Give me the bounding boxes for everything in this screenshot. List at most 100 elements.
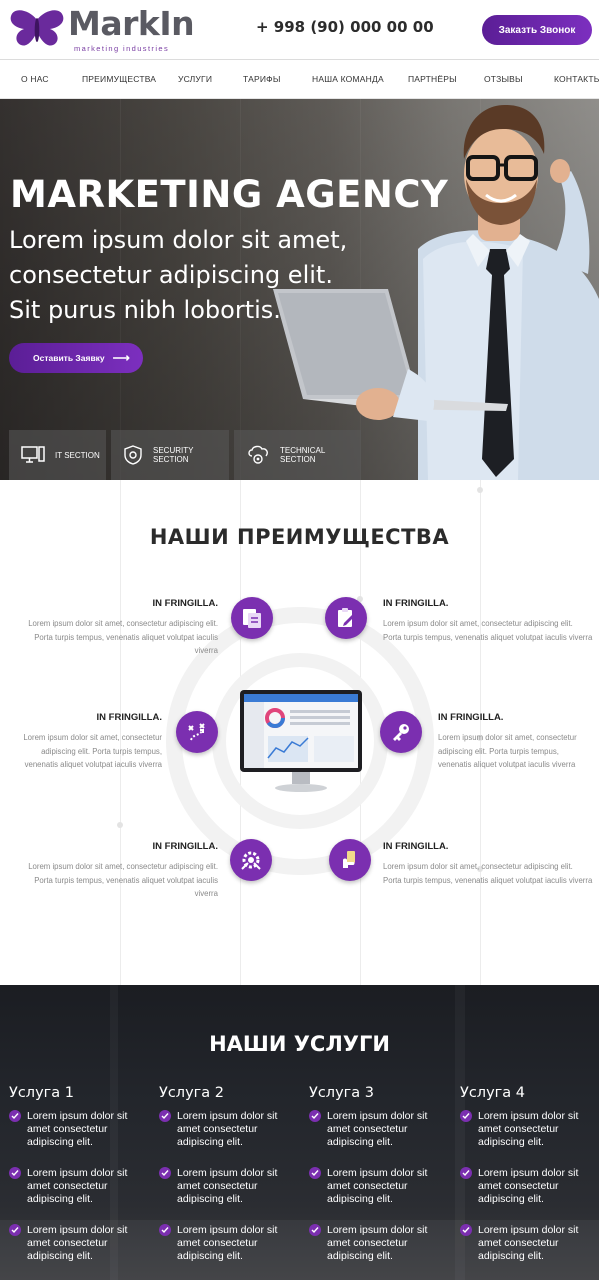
hero-title: MARKETING AGENCY [10, 173, 449, 216]
service-item-text: Lorem ipsum dolor sit amet consectetur a… [478, 1167, 579, 1205]
phone-number[interactable]: + 998 (90) 000 00 00 [256, 18, 434, 36]
check-icon [9, 1167, 21, 1179]
documents-icon [243, 609, 261, 628]
logo[interactable]: MarkIn marketing industries [8, 4, 195, 54]
service-item-text: Lorem ipsum dolor sit amet consectetur a… [27, 1224, 128, 1262]
check-icon [159, 1167, 171, 1179]
service-item-text: Lorem ipsum dolor sit amet consectetur a… [177, 1224, 278, 1262]
service-item: Lorem ipsum dolor sit amet consectetur a… [9, 1224, 149, 1280]
feature-icon-button [329, 839, 371, 881]
strategy-icon [188, 723, 205, 741]
services-section: НАШИ УСЛУГИ Услуга 1 Lorem ipsum dolor s… [0, 985, 599, 1280]
service-title: Услуга 1 [9, 1085, 74, 1101]
check-icon [9, 1110, 21, 1122]
feature-heading: IN FRINGILLA. [152, 841, 218, 852]
cloud-gear-icon [248, 445, 268, 464]
feature-heading: IN FRINGILLA. [438, 712, 504, 723]
key-icon [393, 724, 409, 741]
service-item-text: Lorem ipsum dolor sit amet consectetur a… [478, 1224, 579, 1262]
service-item: Lorem ipsum dolor sit amet consectetur a… [9, 1110, 149, 1167]
service-column: Услуга 4 Lorem ipsum dolor sit amet cons… [460, 1085, 599, 1280]
service-item-text: Lorem ipsum dolor sit amet consectetur a… [177, 1167, 278, 1205]
service-column: Услуга 1 Lorem ipsum dolor sit amet cons… [9, 1085, 149, 1280]
service-item: Lorem ipsum dolor sit amet consectetur a… [460, 1224, 599, 1280]
feature-icon-button [230, 839, 272, 881]
service-item: Lorem ipsum dolor sit amet consectetur a… [9, 1167, 149, 1224]
feature-icon-button [176, 711, 218, 753]
butterfly-logo-icon [10, 10, 64, 46]
logo-tagline: marketing industries [74, 44, 170, 53]
feature-heading: IN FRINGILLA. [152, 598, 218, 609]
nav-item-advantages[interactable]: ПРЕИМУЩЕСТВА [82, 74, 156, 84]
feature-icon-button [380, 711, 422, 753]
service-title: Услуга 3 [309, 1085, 374, 1101]
service-item-text: Lorem ipsum dolor sit amet consectetur a… [177, 1110, 278, 1148]
check-icon [159, 1110, 171, 1122]
check-icon [460, 1110, 472, 1122]
feature-heading: IN FRINGILLA. [383, 598, 449, 609]
service-item: Lorem ipsum dolor sit amet consectetur a… [159, 1167, 299, 1224]
gear-tools-icon [241, 851, 261, 870]
service-item: Lorem ipsum dolor sit amet consectetur a… [309, 1110, 449, 1167]
service-item: Lorem ipsum dolor sit amet consectetur a… [460, 1167, 599, 1224]
check-icon [159, 1224, 171, 1236]
feature-icon-button [231, 597, 273, 639]
service-item-text: Lorem ipsum dolor sit amet consectetur a… [27, 1110, 128, 1148]
feature-text: Lorem ipsum dolor sit amet, consectetur … [383, 862, 593, 885]
it-section-tab[interactable]: IT SECTION [9, 430, 106, 480]
logo-wordmark: MarkIn [68, 4, 195, 43]
hero-subtitle: Lorem ipsum dolor sit amet, consectetur … [9, 226, 348, 324]
service-item-text: Lorem ipsum dolor sit amet consectetur a… [478, 1110, 579, 1148]
service-item-text: Lorem ipsum dolor sit amet consectetur a… [327, 1224, 428, 1262]
computer-icon [21, 446, 45, 463]
nav-item-partners[interactable]: ПАРТНЁРЫ [408, 74, 457, 84]
feature-text: Lorem ipsum dolor sit amet, consectetur … [28, 862, 218, 898]
service-item: Lorem ipsum dolor sit amet consectetur a… [309, 1167, 449, 1224]
check-icon [309, 1224, 321, 1236]
leave-request-label: Оставить Заявку [33, 353, 105, 363]
service-column: Услуга 3 Lorem ipsum dolor sit amet cons… [309, 1085, 449, 1280]
services-title: НАШИ УСЛУГИ [209, 1032, 390, 1056]
main-nav: О НАС ПРЕИМУЩЕСТВА УСЛУГИ ТАРИФЫ НАША КО… [0, 61, 599, 99]
technical-section-tab[interactable]: TECHNICAL SECTION [234, 430, 361, 480]
service-item-text: Lorem ipsum dolor sit amet consectetur a… [327, 1110, 428, 1148]
it-section-label: IT SECTION [55, 450, 100, 460]
check-icon [309, 1167, 321, 1179]
monitor-dashboard-image [240, 690, 362, 792]
clipboard-edit-icon [338, 608, 354, 627]
service-item-text: Lorem ipsum dolor sit amet consectetur a… [327, 1167, 428, 1205]
service-item: Lorem ipsum dolor sit amet consectetur a… [159, 1224, 299, 1280]
nav-item-reviews[interactable]: ОТЗЫВЫ [484, 74, 523, 84]
nav-item-contacts[interactable]: КОНТАКТЫ [554, 74, 599, 84]
service-item: Lorem ipsum dolor sit amet consectetur a… [159, 1110, 299, 1167]
leave-request-button[interactable]: Оставить Заявку ⟶ [9, 343, 143, 373]
security-section-label: SECURITY SECTION [153, 446, 194, 464]
check-icon [460, 1224, 472, 1236]
nav-item-about[interactable]: О НАС [21, 74, 49, 84]
technical-section-label: TECHNICAL SECTION [280, 446, 326, 464]
feature-heading: IN FRINGILLA. [96, 712, 162, 723]
nav-item-services[interactable]: УСЛУГИ [178, 74, 212, 84]
top-header: MarkIn marketing industries + 998 (90) 0… [0, 0, 599, 60]
feature-text: Lorem ipsum dolor sit amet, consectetur … [23, 733, 162, 769]
advantages-title: НАШИ ПРЕИМУЩЕСТВА [149, 525, 450, 549]
check-icon [460, 1167, 472, 1179]
check-icon [9, 1224, 21, 1236]
service-item: Lorem ipsum dolor sit amet consectetur a… [460, 1110, 599, 1167]
service-item-text: Lorem ipsum dolor sit amet consectetur a… [27, 1167, 128, 1205]
nav-item-tariffs[interactable]: ТАРИФЫ [243, 74, 281, 84]
feature-text: Lorem ipsum dolor sit amet, consectetur … [438, 733, 577, 769]
service-item: Lorem ipsum dolor sit amet consectetur a… [309, 1224, 449, 1280]
feature-text: Lorem ipsum dolor sit amet, consectetur … [28, 619, 218, 655]
nav-item-team[interactable]: НАША КОМАНДА [312, 74, 384, 84]
feature-heading: IN FRINGILLA. [383, 841, 449, 852]
shield-icon [124, 445, 142, 465]
hand-money-icon [343, 851, 355, 868]
security-section-tab[interactable]: SECURITY SECTION [111, 430, 229, 480]
service-title: Услуга 4 [460, 1085, 525, 1101]
arrow-right-icon: ⟶ [112, 351, 130, 365]
service-column: Услуга 2 Lorem ipsum dolor sit amet cons… [159, 1085, 299, 1280]
hero-section: MARKETING AGENCY Lorem ipsum dolor sit a… [0, 99, 599, 480]
feature-icon-button [325, 597, 367, 639]
order-call-button[interactable]: Заказть Звонок [482, 15, 592, 45]
